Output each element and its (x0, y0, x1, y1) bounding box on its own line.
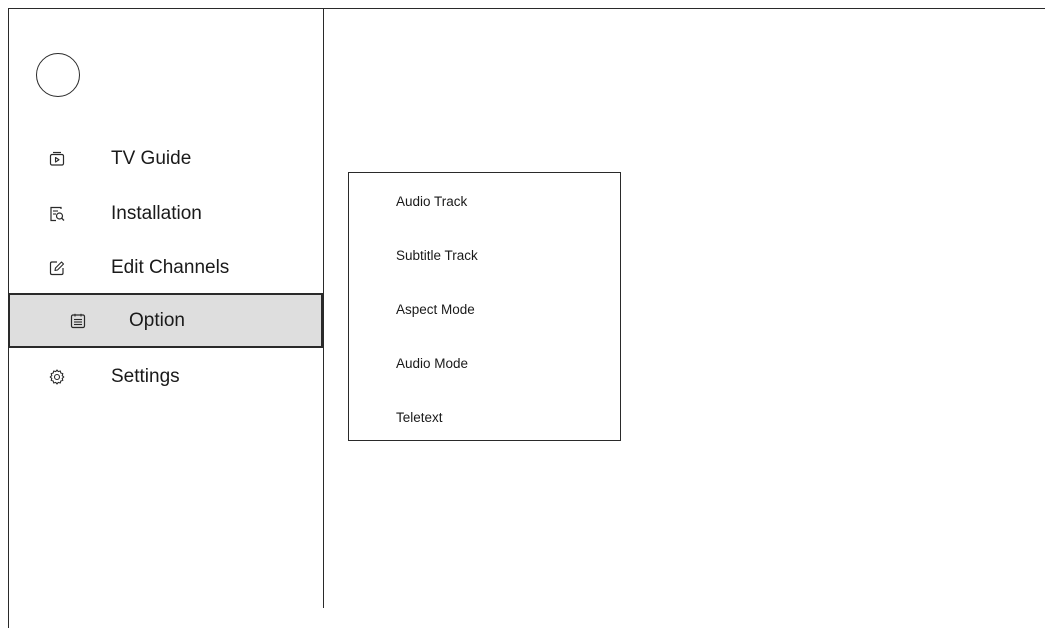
sidebar-item-label: Edit Channels (111, 257, 230, 278)
option-submenu: Audio Track Subtitle Track Aspect Mode A… (348, 172, 621, 441)
sidebar-item-label: Installation (111, 203, 202, 224)
sidebar-item-label: Option (129, 309, 185, 331)
menu-item-audio-track[interactable]: Audio Track (396, 194, 467, 209)
sidebar-item-label: TV Guide (111, 148, 192, 169)
avatar[interactable] (36, 53, 80, 97)
menu-item-aspect-mode[interactable]: Aspect Mode (396, 302, 475, 317)
sidebar-item-edit-channels[interactable]: Edit Channels (9, 241, 323, 295)
tv-guide-icon (49, 151, 65, 167)
edit-icon (49, 260, 65, 276)
menu-item-teletext[interactable]: Teletext (396, 410, 443, 425)
menu-item-audio-mode[interactable]: Audio Mode (396, 356, 468, 371)
sidebar-item-label: Settings (111, 366, 180, 387)
menu-item-subtitle-track[interactable]: Subtitle Track (396, 248, 478, 263)
gear-icon (49, 369, 65, 385)
sidebar-item-installation[interactable]: Installation (9, 187, 323, 241)
sidebar-item-option[interactable]: Option (8, 293, 323, 348)
sidebar-item-settings[interactable]: Settings (9, 350, 323, 404)
option-list-icon (70, 313, 86, 329)
sidebar-divider (323, 8, 324, 608)
installation-search-icon (49, 206, 65, 222)
sidebar-item-tv-guide[interactable]: TV Guide (9, 132, 323, 186)
